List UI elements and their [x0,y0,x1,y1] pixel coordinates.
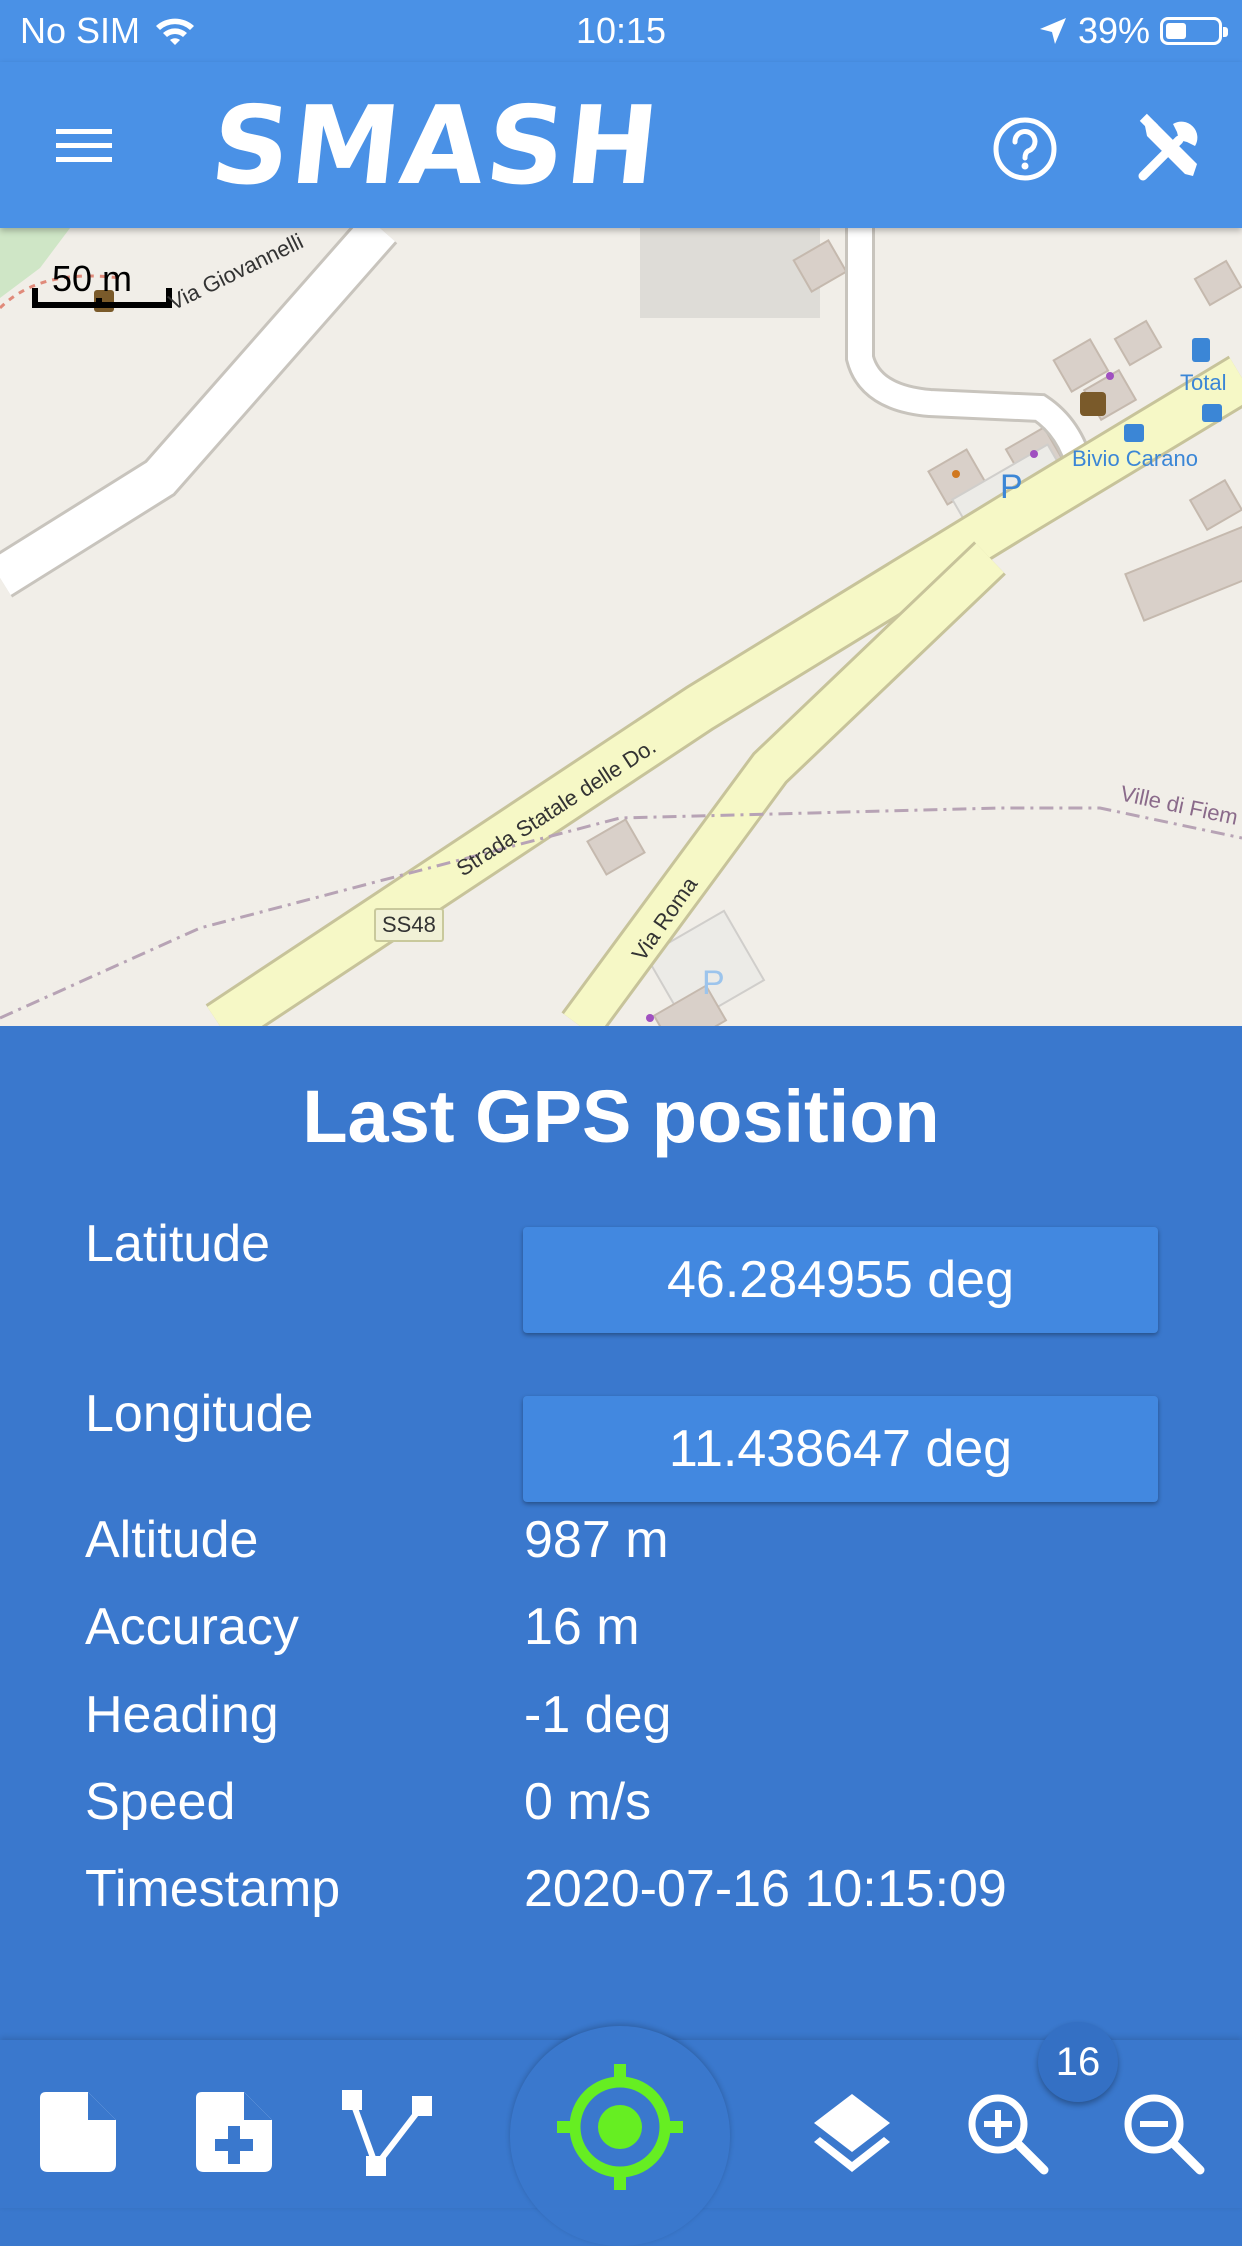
battery-icon [1160,17,1228,45]
road-shield-ss48: SS48 [374,908,444,942]
poi-label-bivio-carano: Bivio Carano [1072,446,1198,471]
panel-heading: Last GPS position [302,1075,940,1158]
accuracy-value: 16 m [524,1598,640,1656]
latitude-value: 46.284955 deg [666,1251,1014,1309]
layers-icon[interactable] [810,2090,894,2180]
add-note-icon[interactable] [192,2090,276,2174]
longitude-value-button[interactable]: 11.438647 deg [523,1396,1158,1502]
polyline-icon[interactable] [340,2090,436,2180]
battery-percent: 39% [1077,10,1150,51]
battery-fill [1166,23,1186,39]
speed-value: 0 m/s [524,1773,652,1831]
app-bar: SMASH [0,62,1242,228]
latitude-value-button[interactable]: 46.284955 deg [523,1227,1158,1333]
altitude-value: 987 m [524,1511,669,1569]
note-icon[interactable] [36,2090,120,2174]
timestamp-value: 2020-07-16 10:15:09 [524,1860,1007,1918]
gps-info-panel: Last GPS position Latitude 46.284955 deg… [0,1026,1242,2040]
timestamp-label: Timestamp [85,1860,341,1918]
status-bar: No SIM 10:15 39% [0,0,1242,62]
poi-parking-1: P [1000,468,1023,506]
accuracy-label: Accuracy [85,1598,299,1656]
heading-value: -1 deg [524,1686,672,1744]
scale-line [32,302,172,308]
location-arrow-icon [1039,18,1066,44]
gps-center-icon [557,2064,683,2190]
heading-label: Heading [85,1686,279,1744]
latitude-label: Latitude [85,1215,271,1273]
zoom-out-icon[interactable] [1120,2090,1206,2176]
poi-parking-2: P [702,964,725,1002]
longitude-value: 11.438647 deg [668,1420,1013,1478]
map-view[interactable]: 50 m Via Giovannelli Strada Statale dell… [0,228,1242,1026]
help-circle-icon[interactable] [990,114,1060,184]
zoom-in-icon[interactable] [964,2090,1050,2176]
speed-label: Speed [85,1773,236,1831]
gps-center-button[interactable] [510,2026,730,2246]
map-background [0,228,1242,1026]
scale-tick [32,288,38,308]
longitude-label: Longitude [85,1385,314,1443]
status-right: 39% [1038,10,1228,52]
scale-tick [96,298,102,308]
hamburger-menu-icon[interactable] [50,117,118,173]
scale-label: 50 m [52,258,133,299]
map-scale-bar: 50 m [32,258,172,308]
tools-icon[interactable] [1133,112,1207,186]
poi-label-total: Total [1180,370,1227,395]
app-title: SMASH [205,84,666,209]
zoom-level-badge: 16 [1038,2022,1118,2102]
altitude-label: Altitude [85,1511,259,1569]
